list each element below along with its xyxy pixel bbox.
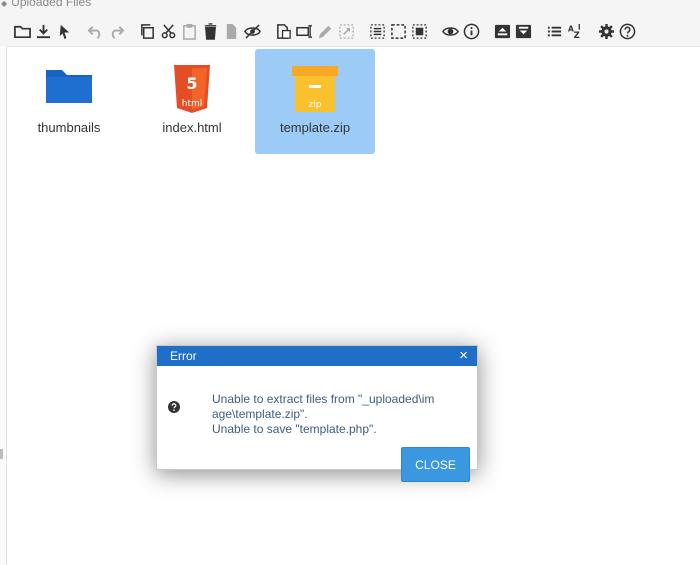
file-name: thumbnails — [37, 120, 101, 135]
settings-icon[interactable] — [596, 21, 617, 42]
question-icon — [168, 398, 180, 417]
rename-icon[interactable] — [294, 21, 315, 42]
cut-icon[interactable] — [158, 21, 179, 42]
title-text: Uploaded Files — [11, 0, 92, 9]
archive-box-icon: zip — [255, 63, 375, 115]
paste-icon[interactable] — [179, 21, 200, 42]
dialog-message: Unable to extract files from "_uploaded\… — [212, 392, 438, 437]
svg-text:Z: Z — [574, 31, 580, 40]
toolbar-area: ◆ Uploaded Files AZ — [0, 0, 700, 47]
pointer-icon[interactable] — [54, 21, 75, 42]
select-none-icon[interactable] — [388, 21, 409, 42]
message-line-2: Unable to save "template.php". — [212, 422, 377, 436]
dialog-titlebar[interactable]: Error × — [157, 346, 477, 366]
splitter-handle[interactable] — [0, 449, 3, 459]
upload-archive-icon[interactable] — [492, 21, 513, 42]
svg-text:5: 5 — [186, 74, 197, 93]
view-icon[interactable] — [440, 21, 461, 42]
help-icon[interactable] — [617, 21, 638, 42]
sort-icon[interactable]: AZ — [565, 21, 586, 42]
delete-icon[interactable] — [200, 21, 221, 42]
copy-icon[interactable] — [137, 21, 158, 42]
file-item-thumbnails[interactable]: thumbnails — [9, 49, 129, 154]
close-icon[interactable]: × — [459, 346, 468, 366]
html5-file-icon: 5 html — [132, 63, 252, 115]
file-icon[interactable] — [221, 21, 242, 42]
svg-text:html: html — [182, 99, 203, 109]
edit-icon[interactable] — [315, 21, 336, 42]
redo-icon[interactable] — [106, 21, 127, 42]
message-line-1: Unable to extract files from "_uploaded\… — [212, 392, 435, 421]
undo-icon[interactable] — [85, 21, 106, 42]
invert-select-icon[interactable] — [409, 21, 430, 42]
file-name: template.zip — [279, 120, 351, 135]
hide-icon[interactable] — [242, 21, 263, 42]
file-item-template-zip[interactable]: zip template.zip — [255, 49, 375, 154]
select-all-icon[interactable] — [367, 21, 388, 42]
location-title[interactable]: ◆ Uploaded Files — [0, 0, 91, 9]
collapse-triangle-icon[interactable]: ◆ — [1, 0, 7, 8]
download-icon[interactable] — [33, 21, 54, 42]
dialog-body: Unable to extract files from "_uploaded\… — [157, 366, 477, 482]
resize-icon[interactable] — [336, 21, 357, 42]
file-grid: thumbnails 5 html index.html zip templat… — [0, 47, 700, 167]
svg-text:zip: zip — [309, 100, 322, 110]
file-item-index-html[interactable]: 5 html index.html — [132, 49, 252, 154]
duplicate-icon[interactable] — [273, 21, 294, 42]
file-name: index.html — [162, 120, 222, 135]
error-dialog: Error × Unable to extract files from "_u… — [156, 345, 478, 482]
folder-icon — [9, 63, 129, 115]
toolbar: AZ — [12, 20, 638, 42]
list-view-icon[interactable] — [544, 21, 565, 42]
info-icon[interactable] — [461, 21, 482, 42]
close-button[interactable]: CLOSE — [401, 447, 470, 482]
extract-archive-icon[interactable] — [513, 21, 534, 42]
dialog-title: Error — [170, 349, 197, 363]
folder-icon[interactable] — [12, 21, 33, 42]
